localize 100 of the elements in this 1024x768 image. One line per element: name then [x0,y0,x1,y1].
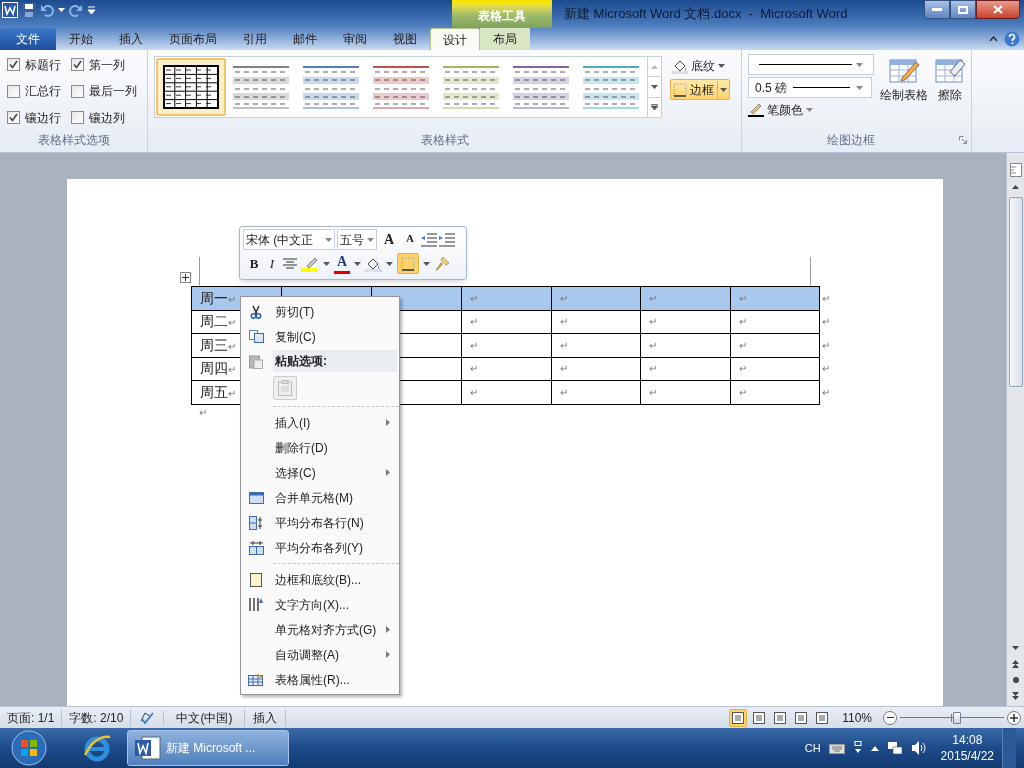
help-icon[interactable] [1004,31,1020,47]
group-label: 绘图边框 [825,132,876,149]
table-style-option[interactable] [156,58,226,116]
border-button[interactable] [397,253,419,274]
shrink-font-button[interactable]: A [401,229,419,250]
ribbon-tab[interactable]: 文件 [0,28,56,50]
undo-icon[interactable] [40,3,54,17]
row-end-mark: ↵ [819,357,830,381]
check-icon [9,113,18,123]
ribbon-tab[interactable]: 视图 [380,28,430,50]
menu-item[interactable]: 合并单元格(M) [241,485,399,510]
line-weight-dropdown[interactable]: 0.5 磅 [748,77,872,98]
view-icon [774,711,787,724]
keyboard-icon[interactable] [828,742,845,754]
table-cell: ↵ [640,286,730,310]
up-arrow-icon [1012,185,1019,189]
grow-font-button[interactable]: A [379,229,399,250]
caret-icon [718,64,725,68]
caret-icon [58,8,65,12]
checkbox[interactable] [7,58,20,71]
table-style-thumbnail [163,65,219,109]
ribbon-tab[interactable]: 设计 [430,28,480,50]
checkbox[interactable] [7,111,20,125]
menu-item[interactable]: 删除行(D) [241,435,399,460]
caret-icon [856,62,863,67]
draw-table-button[interactable]: 绘制表格 [880,54,928,104]
ruler-button[interactable] [1007,161,1024,179]
italic-button[interactable]: I [265,253,279,274]
redo-icon[interactable] [69,3,83,17]
menu-item[interactable]: 单元格对齐方式(G) [241,617,399,642]
ribbon-tab[interactable]: 插入 [106,28,156,50]
table-cell: ↵ [730,286,820,310]
group-label: 表格样式选项 [36,132,111,149]
shading-button[interactable]: 底纹 [670,56,730,76]
view-button[interactable] [729,708,748,727]
collapse-ribbon-icon[interactable] [989,36,998,42]
close-button[interactable] [976,0,1020,19]
table-style-thumbnail [303,65,359,109]
scroll-thumb[interactable] [1008,197,1023,387]
proofing-icon[interactable] [139,710,156,725]
eraser-button[interactable]: 擦除 [934,54,966,104]
center-align-icon[interactable] [283,257,297,270]
language: 中文(中国) [164,708,246,727]
font-dropdown[interactable]: 宋体 (中文正 [243,229,335,250]
menu-item[interactable]: 文字方向(X)... [241,592,399,617]
line-style-dropdown[interactable] [748,54,874,75]
view-icon [753,711,766,724]
ribbon-tab[interactable]: 开始 [56,28,106,50]
show-hidden-icons-icon[interactable] [870,745,879,751]
minimize-button[interactable] [924,0,950,19]
table-style-thumbnail [373,65,429,109]
caret-icon [1012,646,1019,650]
table-move-handle-icon[interactable] [180,272,191,283]
increase-indent-icon[interactable] [439,232,455,247]
clock[interactable]: 14:08 2015/4/22 [934,732,994,764]
eraser-table-icon [934,56,966,84]
checkbox[interactable] [71,111,84,125]
zoom-out-button[interactable] [883,710,897,725]
menu-item[interactable]: 平均分布各行(N) [241,510,399,535]
zoom-in-button[interactable] [1007,710,1021,725]
menu-item[interactable]: 边框和底纹(B)... [241,567,399,592]
row-end-mark: ↵ [819,380,830,404]
ribbon-tab[interactable]: 布局 [480,28,530,50]
font-color-button[interactable]: A [334,253,350,274]
double-up-arrow-icon [1012,660,1019,668]
zoom-level[interactable]: 110% [834,708,880,727]
decrease-indent-icon[interactable] [421,232,437,247]
up-arrow-icon [651,64,658,69]
menu-item[interactable]: 平均分布各列(Y) [241,535,399,560]
ribbon-tab[interactable]: 邮件 [280,28,330,50]
save-icon[interactable] [22,3,36,17]
highlighter-icon[interactable] [301,255,319,272]
paint-bucket-icon [672,58,688,74]
pen-color-button[interactable]: 笔颜色 [748,100,813,120]
borders-icon [673,82,687,97]
ribbon-tab[interactable]: 页面布局 [156,28,230,50]
checkbox[interactable] [7,84,20,98]
table-cell: ↵ [551,333,641,357]
font-size-dropdown[interactable]: 五号 [337,229,377,250]
bold-button[interactable]: B [247,253,261,274]
close-icon [993,5,1003,14]
network-icon[interactable] [886,740,903,756]
checkbox[interactable] [71,84,84,98]
customize-toolbar-icon[interactable] [87,5,96,15]
input-language[interactable]: CH [804,739,821,757]
menu-item[interactable]: 插入(I) [241,410,399,435]
menu-item[interactable]: 选择(C) [241,460,399,485]
menu-item[interactable]: 表格属性(R)... [241,667,399,692]
dialog-launcher-icon[interactable] [959,136,967,144]
word-logo-icon[interactable] [2,2,18,18]
zoom-slider-thumb[interactable] [953,711,962,724]
volume-icon[interactable] [910,740,927,756]
borders-button[interactable]: 边框 [670,79,730,100]
restore-button[interactable] [950,0,976,19]
check-icon [73,60,82,69]
checkbox[interactable] [71,58,84,71]
menu-item[interactable]: 自动调整(A) [241,642,399,667]
ribbon-tab[interactable]: 引用 [230,28,280,50]
ribbon-tab[interactable]: 审阅 [330,28,380,50]
zoom-slider[interactable] [900,710,1004,725]
